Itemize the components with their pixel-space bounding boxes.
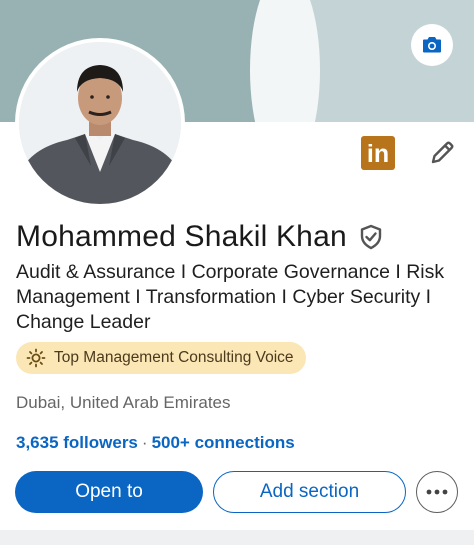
separator-dot: · xyxy=(141,433,148,452)
section-divider xyxy=(0,530,474,545)
edit-profile-button[interactable] xyxy=(425,136,459,170)
profile-name: Mohammed Shakil Khan xyxy=(16,220,347,253)
linkedin-icon: in xyxy=(366,140,390,168)
profile-location: Dubai, United Arab Emirates xyxy=(16,393,231,412)
avatar xyxy=(19,42,181,204)
pencil-icon xyxy=(431,141,454,164)
name-row: Mohammed Shakil Khan xyxy=(16,220,385,254)
profile-headline: Audit & Assurance I Corporate Governance… xyxy=(16,261,445,333)
sun-icon xyxy=(26,348,46,368)
linkedin-badge[interactable]: in xyxy=(361,136,395,170)
network-stats: 3,635 followers · 500+ connections xyxy=(16,433,295,453)
add-section-button[interactable]: Add section xyxy=(213,471,406,513)
banner-shape xyxy=(250,0,320,122)
voice-badge[interactable]: Top Management Consulting Voice xyxy=(16,342,306,374)
ellipsis-icon xyxy=(426,489,448,495)
profile-photo[interactable] xyxy=(15,38,185,208)
open-to-button[interactable]: Open to xyxy=(15,471,203,513)
edit-banner-button[interactable] xyxy=(411,24,453,66)
voice-badge-label: Top Management Consulting Voice xyxy=(54,349,294,366)
shield-check-icon[interactable] xyxy=(357,223,385,251)
camera-icon xyxy=(423,37,441,53)
followers-link[interactable]: 3,635 followers xyxy=(16,433,138,452)
connections-link[interactable]: 500+ connections xyxy=(152,433,295,452)
more-actions-button[interactable] xyxy=(416,471,458,513)
